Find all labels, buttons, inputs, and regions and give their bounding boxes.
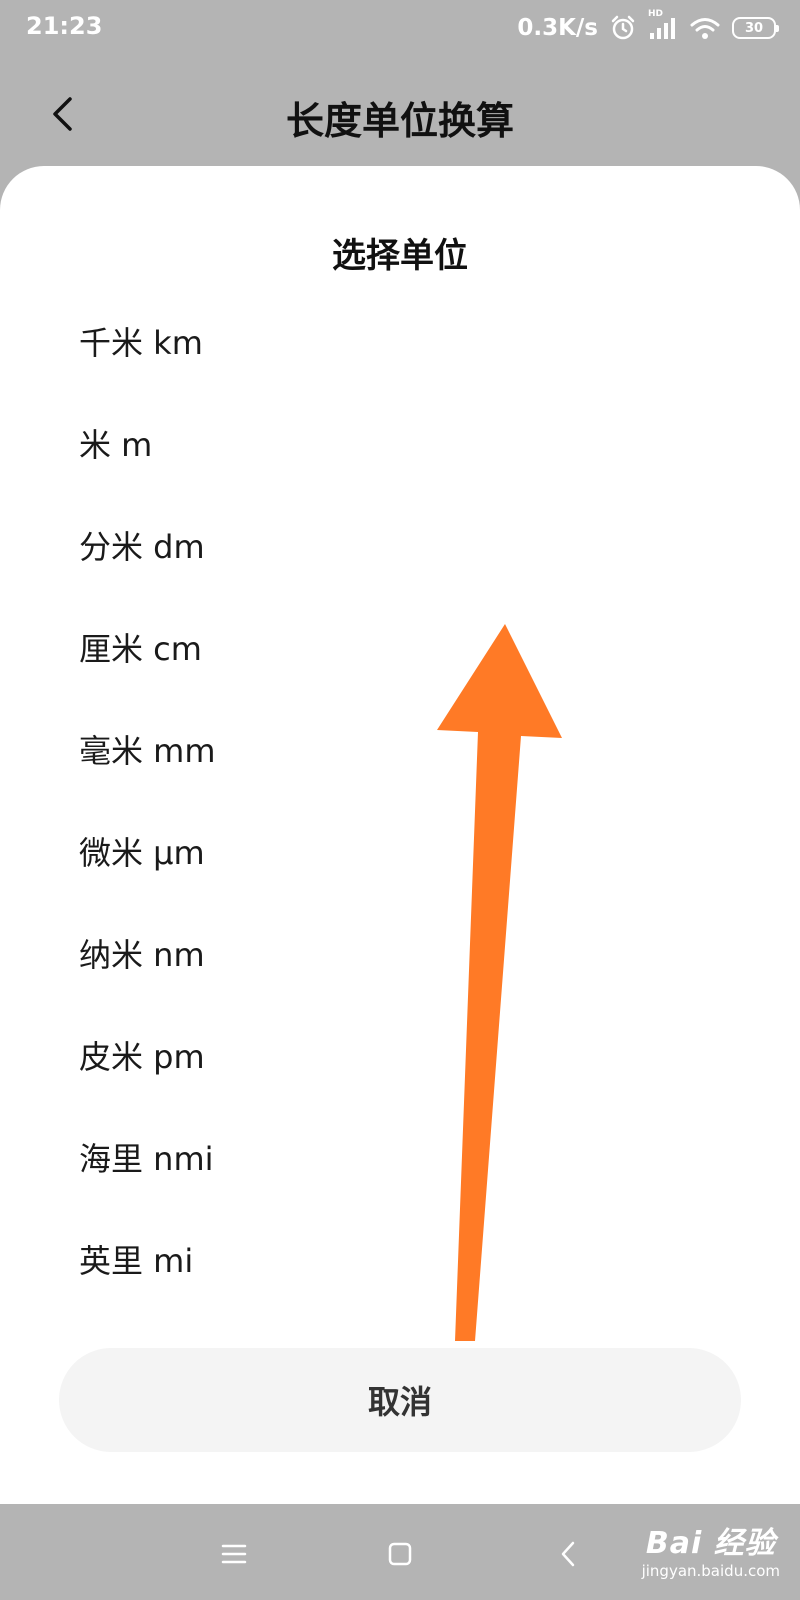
battery-icon: 30	[732, 17, 779, 39]
unit-option[interactable]: 分米 dm	[0, 496, 800, 598]
unit-option[interactable]: 千米 km	[0, 292, 800, 394]
menu-button[interactable]	[212, 1532, 256, 1576]
unit-list[interactable]: 千米 km 米 m 分米 dm 厘米 cm 毫米 mm 微米 μm 纳米 nm 皮米 pm 海里…	[0, 292, 800, 1454]
status-time: 21:23	[26, 12, 103, 40]
back-icon	[561, 1541, 575, 1567]
network-speed: 0.3K/s	[517, 15, 598, 41]
unit-option[interactable]: 皮米 pm	[0, 1006, 800, 1108]
unit-option[interactable]: 英里 mi	[0, 1210, 800, 1312]
unit-list-items: 千米 km 米 m 分米 dm 厘米 cm 毫米 mm 微米 μm 纳米 nm 皮米 pm 海里…	[0, 292, 800, 1312]
unit-option[interactable]: 米 m	[0, 394, 800, 496]
sheet-title: 选择单位	[332, 236, 468, 276]
watermark: Bai 经验 jingyan.baidu.com	[642, 1518, 780, 1580]
unit-option[interactable]: 厘米 cm	[0, 598, 800, 700]
page-title: 长度单位换算	[285, 99, 514, 143]
home-icon	[388, 1542, 412, 1566]
alarm-icon	[610, 15, 636, 41]
wifi-icon	[690, 16, 720, 40]
unit-picker-sheet: 选择单位 千米 km 米 m 分米 dm 厘米 cm 毫米 mm 微米 μm 纳米 nm 皮米…	[0, 166, 800, 1504]
signal-icon: HD	[648, 9, 678, 41]
watermark-url: jingyan.baidu.com	[641, 1562, 780, 1580]
unit-option[interactable]: 纳米 nm	[0, 904, 800, 1006]
home-button[interactable]	[378, 1532, 422, 1576]
status-icons: 0.3K/s HD 30	[517, 9, 779, 44]
nav-back-button[interactable]	[546, 1532, 590, 1576]
navigation-bar: Bai 经验 jingyan.baidu.com	[0, 1504, 800, 1600]
cancel-button[interactable]: 取消	[59, 1348, 741, 1452]
unit-option[interactable]: 微米 μm	[0, 802, 800, 904]
app-header: 长度单位换算	[0, 58, 800, 168]
status-bar: 21:23 0.3K/s HD 30	[0, 0, 800, 58]
signal-hd-label: HD	[648, 9, 664, 19]
watermark-logo: Bai 经验	[645, 1526, 776, 1561]
unit-option[interactable]: 海里 nmi	[0, 1108, 800, 1210]
unit-option[interactable]: 毫米 mm	[0, 700, 800, 802]
menu-icon	[221, 1544, 247, 1564]
